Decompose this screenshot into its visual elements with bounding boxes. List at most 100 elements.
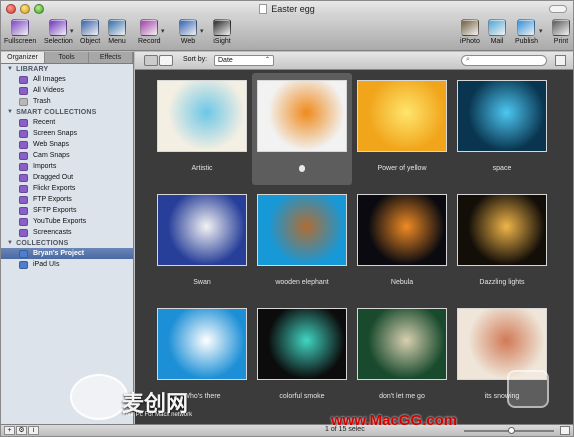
sidebar-item[interactable]: SFTP Exports bbox=[1, 205, 133, 216]
print-button[interactable]: Print bbox=[552, 18, 570, 49]
web-dropdown-icon[interactable]: ▾ bbox=[200, 27, 204, 35]
sidebar-item[interactable]: Recent bbox=[1, 117, 133, 128]
sidebar-item[interactable]: Screencasts bbox=[1, 227, 133, 238]
web-label: Web bbox=[180, 38, 196, 45]
thumbnail-cell[interactable]: Dazzling lights bbox=[452, 187, 552, 299]
sidebar-item[interactable]: YouTube Exports bbox=[1, 216, 133, 227]
camera-icon bbox=[213, 19, 231, 36]
thumbnail-cell[interactable]: Artistic bbox=[152, 73, 252, 185]
gear-button[interactable]: ⚙ bbox=[16, 426, 27, 435]
fullscreen-button[interactable]: Fullscreen bbox=[4, 18, 36, 49]
thumbnail-cell[interactable]: colorful smoke bbox=[252, 301, 352, 413]
search-field[interactable]: ⌕ bbox=[461, 55, 547, 66]
sidebar-item[interactable]: iPad UIs bbox=[1, 259, 133, 270]
collection-icon bbox=[19, 75, 28, 84]
record-button[interactable]: Record bbox=[138, 18, 161, 49]
sort-select[interactable]: Date ⌃ bbox=[214, 55, 274, 66]
sidebar-section-header[interactable]: ▼ COLLECTIONS bbox=[1, 238, 133, 248]
thumbnail-caption-text: colorful smoke bbox=[279, 393, 325, 400]
collection-icon bbox=[19, 260, 28, 269]
disclosure-triangle-icon[interactable]: ▼ bbox=[7, 109, 13, 115]
selection-dropdown-icon[interactable]: ▾ bbox=[70, 27, 74, 35]
thumbnail-image[interactable] bbox=[357, 80, 447, 152]
thumbnail-cell[interactable]: don't let me go bbox=[352, 301, 452, 413]
toolbar-toggle-button[interactable] bbox=[549, 5, 567, 13]
info-small-button[interactable]: i bbox=[28, 426, 39, 435]
sidebar-section-header[interactable]: ▼ SMART COLLECTIONS bbox=[1, 107, 133, 117]
sidebar-item[interactable]: All Images bbox=[1, 74, 133, 85]
object-button[interactable]: Object bbox=[80, 18, 100, 49]
sidebar-item[interactable]: Cam Snaps bbox=[1, 150, 133, 161]
thumbnail-caption: wooden elephant bbox=[252, 279, 352, 286]
thumbnail-image[interactable] bbox=[357, 308, 447, 380]
sidebar-item-label: Imports bbox=[33, 163, 57, 170]
add-button[interactable]: + bbox=[4, 426, 15, 435]
isight-button[interactable]: iSight bbox=[213, 18, 231, 49]
thumbnail-image[interactable] bbox=[257, 80, 347, 152]
menu-icon bbox=[108, 19, 126, 36]
thumbnail-cell[interactable]: wooden elephant bbox=[252, 187, 352, 299]
thumbnail-caption: Swan bbox=[152, 279, 252, 286]
collection-icon bbox=[19, 129, 28, 138]
window-controls bbox=[6, 4, 44, 14]
sidebar-item[interactable]: Imports bbox=[1, 161, 133, 172]
tab-organizer[interactable]: Organizer bbox=[1, 52, 45, 63]
sidebar-item[interactable]: Screen Snaps bbox=[1, 128, 133, 139]
sidebar-section-header[interactable]: ▼ LIBRARY bbox=[1, 64, 133, 74]
thumbnail-cell[interactable]: Nebula bbox=[352, 187, 452, 299]
iphoto-button[interactable]: iPhoto bbox=[460, 18, 480, 49]
sidebar-section-title: LIBRARY bbox=[16, 65, 49, 73]
disclosure-triangle-icon[interactable]: ▼ bbox=[7, 240, 13, 246]
thumbnail-image[interactable] bbox=[257, 194, 347, 266]
menu-button[interactable]: Menu bbox=[108, 18, 126, 49]
zoom-window-button[interactable] bbox=[34, 4, 44, 14]
selection-button[interactable]: Selection bbox=[44, 18, 73, 49]
sidebar-item[interactable]: Flickr Exports bbox=[1, 183, 133, 194]
thumbnail-caption: space bbox=[452, 165, 552, 172]
sidebar-tabs: Organizer Tools Effects bbox=[1, 52, 133, 64]
app-window: Easter egg Fullscreen Selection ▾ Object… bbox=[0, 0, 574, 437]
thumbnail-caption-text bbox=[299, 165, 305, 172]
thumbnail-image[interactable] bbox=[357, 194, 447, 266]
filmstrip-view-button[interactable] bbox=[159, 55, 173, 66]
grid-view-button[interactable] bbox=[144, 55, 158, 66]
thumbnail-image[interactable] bbox=[157, 308, 247, 380]
sidebar-item-label: Cam Snaps bbox=[33, 152, 70, 159]
sidebar-item[interactable]: Trash bbox=[1, 96, 133, 107]
thumbnail-image[interactable] bbox=[457, 80, 547, 152]
sidebar-item[interactable]: All Videos bbox=[1, 85, 133, 96]
mail-button[interactable]: Mail bbox=[488, 18, 506, 49]
tab-effects[interactable]: Effects bbox=[89, 52, 133, 63]
minimize-window-button[interactable] bbox=[20, 4, 30, 14]
sidebar-item[interactable]: FTP Exports bbox=[1, 194, 133, 205]
thumbnail-cell[interactable]: Swan bbox=[152, 187, 252, 299]
collection-icon bbox=[19, 195, 28, 204]
isight-label: iSight bbox=[213, 38, 231, 45]
sort-dropdown-icon: ⌃ bbox=[264, 57, 270, 63]
tab-tools[interactable]: Tools bbox=[45, 52, 89, 63]
thumbnail-image[interactable] bbox=[457, 194, 547, 266]
sidebar-item-label: All Images bbox=[33, 76, 66, 83]
sidebar-item-label: iPad UIs bbox=[33, 261, 60, 268]
thumbnail-image[interactable] bbox=[157, 80, 247, 152]
thumbnail-image[interactable] bbox=[257, 308, 347, 380]
thumbnail-cell[interactable]: space bbox=[452, 73, 552, 185]
sidebar-item[interactable]: Bryan's Project bbox=[1, 248, 133, 259]
thumbnail-cell[interactable]: Power of yellow bbox=[352, 73, 452, 185]
collection-icon bbox=[19, 217, 28, 226]
record-dropdown-icon[interactable]: ▾ bbox=[161, 27, 165, 35]
thumbnail-image[interactable] bbox=[157, 194, 247, 266]
publish-dropdown-icon[interactable]: ▾ bbox=[539, 27, 543, 35]
sidebar-item-label: Web Snaps bbox=[33, 141, 70, 148]
thumbnail-cell[interactable] bbox=[252, 73, 352, 185]
sidebar-item[interactable]: Dragged Out bbox=[1, 172, 133, 183]
zoom-slider-thumb[interactable] bbox=[508, 427, 515, 434]
sidebar-item[interactable]: Web Snaps bbox=[1, 139, 133, 150]
collection-icon bbox=[19, 151, 28, 160]
web-button[interactable]: Web bbox=[179, 18, 197, 49]
publish-button[interactable]: Publish bbox=[515, 18, 538, 49]
disclosure-triangle-icon[interactable]: ▼ bbox=[7, 66, 13, 72]
close-window-button[interactable] bbox=[6, 4, 16, 14]
info-button[interactable] bbox=[555, 55, 566, 66]
title-bar: Easter egg bbox=[1, 1, 573, 17]
